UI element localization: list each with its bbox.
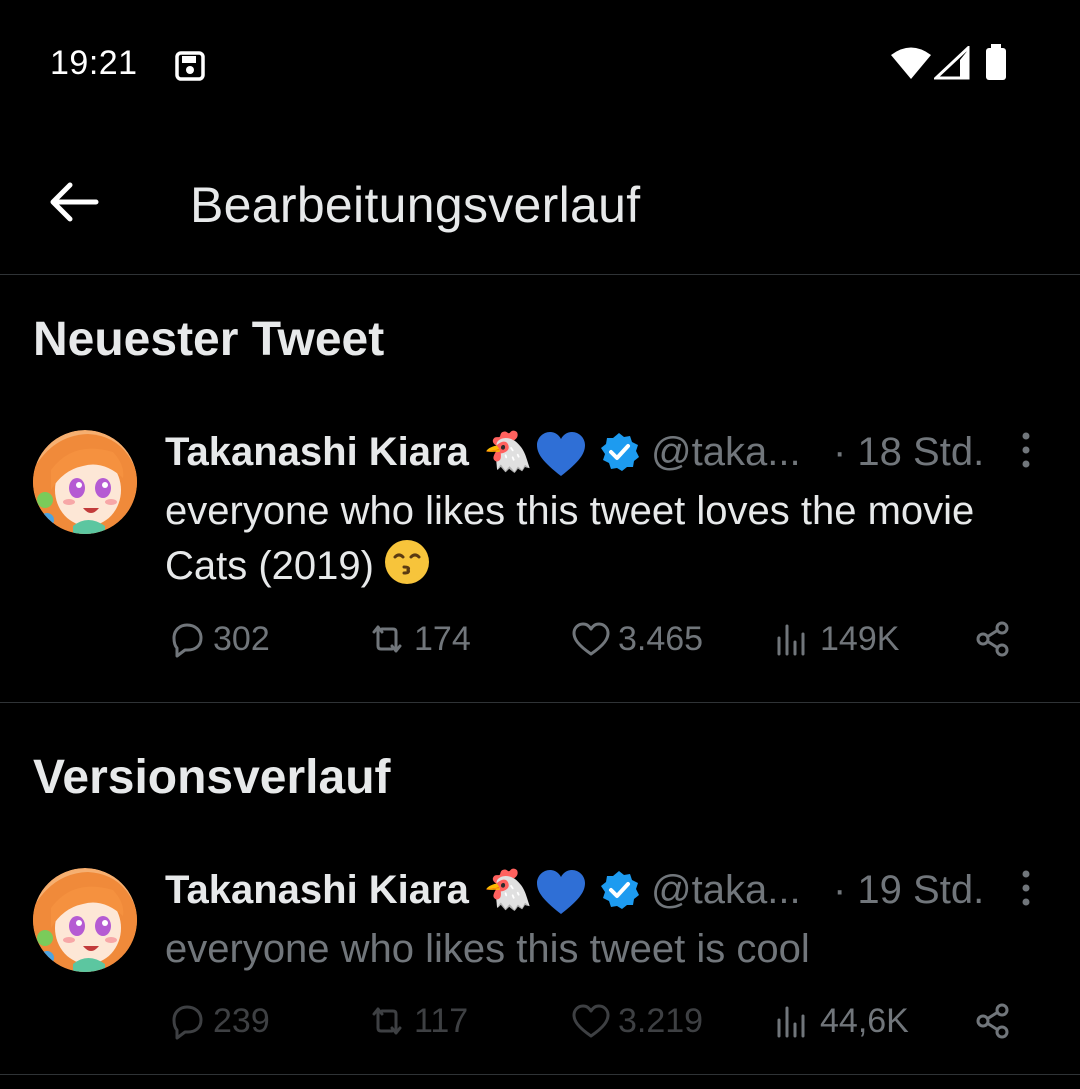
share-icon [976,1003,1009,1039]
reply-icon [172,1005,203,1040]
arrow-left-icon[interactable] [48,180,100,224]
views-button[interactable]: 149K [772,614,899,664]
views-button[interactable]: 44,6K [772,996,909,1046]
blue-heart-icon [537,870,585,914]
status-time: 19:21 [50,44,138,82]
view-count: 44,6K [820,1001,909,1040]
retweet-icon [372,1007,402,1035]
verified-badge-icon[interactable] [599,432,639,472]
section-divider [0,702,1080,703]
tweet-header: Takanashi Kiara 🐔 @taka... · 19 Std. [165,868,1045,918]
retweet-count: 117 [414,1001,469,1040]
bottom-divider [0,1074,1080,1075]
display-name[interactable]: Takanashi Kiara [165,868,469,913]
tweet-text-block: everyone who likes this tweet loves the … [165,484,1045,594]
tweet-text: everyone who likes this tweet loves the … [165,489,975,588]
views-icon [777,1006,805,1038]
retweet-button[interactable]: 117 [366,996,468,1046]
reply-count: 302 [213,619,270,658]
save-icon [175,51,205,81]
kissing-face-emoji [384,540,429,584]
tweet-time[interactable]: · 18 Std. [833,430,984,475]
tweet-text: everyone who likes this tweet is cool [165,927,810,971]
avatar[interactable] [33,868,137,972]
handle[interactable]: @taka... [651,868,801,913]
reply-button[interactable]: 302 [165,614,270,664]
like-button[interactable]: 3.465 [570,614,703,664]
chicken-emoji: 🐔 [483,430,533,474]
retweet-button[interactable]: 174 [366,614,471,664]
views-icon [777,624,805,656]
history-section-title: Versionsverlauf [33,751,391,804]
retweet-count: 174 [414,619,471,658]
reply-button[interactable]: 239 [165,996,270,1046]
reply-count: 239 [213,1001,270,1040]
page-title: Bearbeitungsverlauf [190,177,641,233]
chicken-emoji: 🐔 [483,868,533,912]
like-count: 3.219 [618,1001,704,1040]
heart-icon [572,1004,610,1038]
history-action-bar: 239 117 3.219 44,6K [0,996,1080,1046]
latest-section-title: Neuester Tweet [33,313,385,366]
latest-action-bar: 302 174 3.465 149K [0,614,1080,664]
tweet-time[interactable]: · 19 Std. [833,868,984,913]
avatar[interactable] [33,430,137,534]
verified-badge-icon[interactable] [599,870,639,910]
status-bar: 19:21 [0,0,1080,130]
more-options-icon[interactable] [1013,868,1039,908]
blue-heart-icon [537,432,585,476]
reply-icon [172,623,203,658]
view-count: 149K [820,619,900,658]
share-icon [976,621,1009,657]
retweet-icon [372,625,402,653]
more-options-icon[interactable] [1013,430,1039,470]
app-header: Bearbeitungsverlauf [0,130,1080,275]
handle[interactable]: @taka... [651,430,801,475]
signal-icon [934,46,970,80]
heart-icon [572,622,610,656]
like-count: 3.465 [618,619,704,658]
share-button[interactable] [972,614,1020,664]
tweet-header: Takanashi Kiara 🐔 @taka... · 18 Std. [165,430,1045,480]
like-button[interactable]: 3.219 [570,996,703,1046]
battery-icon [986,44,1006,80]
display-name[interactable]: Takanashi Kiara [165,430,469,475]
share-button[interactable] [972,996,1020,1046]
wifi-icon [891,47,931,79]
